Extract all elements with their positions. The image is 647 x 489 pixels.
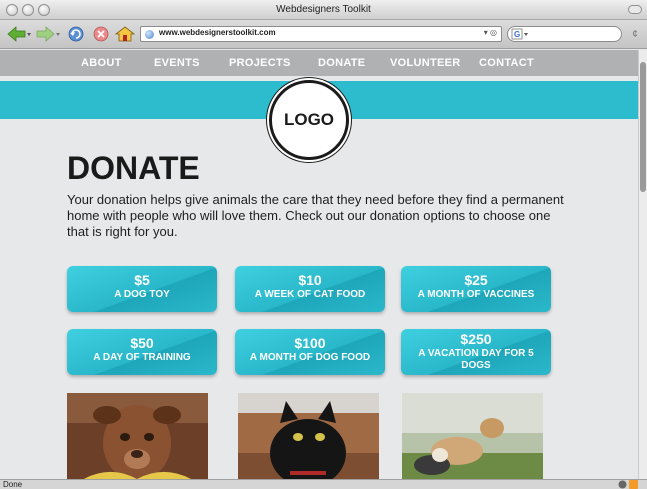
home-button[interactable] xyxy=(115,26,135,42)
donate-option-10[interactable]: $10 A WEEK OF CAT FOOD xyxy=(235,266,385,312)
nav-item-projects[interactable]: PROJECTS xyxy=(229,57,291,69)
logo-text: LOGO xyxy=(283,110,335,129)
dog-photo-image xyxy=(67,393,208,479)
browser-window: Webdesigners Toolkit www.webdesignerstoo… xyxy=(0,0,647,489)
dogs-photo-image xyxy=(402,393,543,479)
nav-item-about[interactable]: ABOUT xyxy=(81,57,122,69)
address-url: www.webdesignerstoolkit.com xyxy=(159,28,276,37)
stop-button[interactable] xyxy=(92,26,110,42)
donate-description: A DOG TOY xyxy=(114,289,170,300)
address-history-dropdown-icon[interactable]: ▾ ◎ xyxy=(484,28,497,37)
photo-dogs xyxy=(402,393,543,479)
cat-photo-image xyxy=(238,393,379,479)
page-title: DONATE xyxy=(67,150,200,186)
back-button[interactable] xyxy=(6,26,32,42)
status-text: Done xyxy=(3,480,23,489)
status-bar: Done xyxy=(0,479,647,489)
donate-description: A MONTH OF VACCINES xyxy=(417,289,535,300)
title-bar: Webdesigners Toolkit xyxy=(0,0,647,20)
address-bar[interactable]: www.webdesignerstoolkit.com ▾ ◎ xyxy=(140,26,502,42)
donate-description: A DAY OF TRAINING xyxy=(93,352,191,363)
window-title: Webdesigners Toolkit xyxy=(276,4,371,15)
donate-option-100[interactable]: $100 A MONTH OF DOG FOOD xyxy=(235,329,385,375)
forward-arrow-icon xyxy=(36,26,60,42)
site-logo[interactable]: LOGO xyxy=(269,80,349,160)
nav-item-donate[interactable]: DONATE xyxy=(318,57,365,69)
donate-description: A WEEK OF CAT FOOD xyxy=(254,289,366,300)
toolbar-toggle-button[interactable] xyxy=(628,5,642,14)
svg-text:G: G xyxy=(514,30,520,39)
site-globe-icon xyxy=(145,30,154,39)
page-viewport: ABOUT EVENTS PROJECTS DONATE VOLUNTEER C… xyxy=(0,50,638,479)
photo-cat xyxy=(238,393,379,479)
donate-amount: $10 xyxy=(298,272,322,288)
donate-amount: $25 xyxy=(464,272,488,288)
google-search-icon: G xyxy=(511,28,528,40)
rss-icon[interactable] xyxy=(629,480,638,489)
donate-amount: $250 xyxy=(460,331,492,347)
site-navigation: ABOUT EVENTS PROJECTS DONATE VOLUNTEER C… xyxy=(0,50,638,76)
search-field[interactable]: G xyxy=(507,26,622,42)
intro-paragraph: Your donation helps give animals the car… xyxy=(67,192,564,239)
browser-toolbar: www.webdesignerstoolkit.com ▾ ◎ G ¢ xyxy=(0,20,647,49)
nav-item-volunteer[interactable]: VOLUNTEER xyxy=(390,57,461,69)
forward-button[interactable] xyxy=(36,26,62,42)
reload-icon xyxy=(68,26,84,42)
nav-item-contact[interactable]: CONTACT xyxy=(479,57,534,69)
donate-description: A VACATION DAY FOR 5 DOGS xyxy=(418,348,534,371)
donate-description: A MONTH OF DOG FOOD xyxy=(249,352,371,363)
reload-button[interactable] xyxy=(67,26,85,42)
scrollbar-thumb[interactable] xyxy=(640,62,646,192)
donate-amount: $50 xyxy=(130,335,154,351)
photo-dog xyxy=(67,393,208,479)
nav-item-events[interactable]: EVENTS xyxy=(154,57,200,69)
toolbar-overflow-icon[interactable]: ¢ xyxy=(628,26,642,42)
vertical-scrollbar[interactable] xyxy=(638,50,647,479)
home-icon xyxy=(115,26,135,42)
donate-option-50[interactable]: $50 A DAY OF TRAINING xyxy=(67,329,217,375)
donate-option-250[interactable]: $250 A VACATION DAY FOR 5 DOGS xyxy=(401,329,551,375)
donate-option-5[interactable]: $5 A DOG TOY xyxy=(67,266,217,312)
info-icon xyxy=(618,480,627,489)
donate-option-25[interactable]: $25 A MONTH OF VACCINES xyxy=(401,266,551,312)
back-arrow-icon xyxy=(7,26,31,42)
donate-amount: $100 xyxy=(294,335,326,351)
donate-amount: $5 xyxy=(134,272,150,288)
stop-icon xyxy=(93,26,109,42)
